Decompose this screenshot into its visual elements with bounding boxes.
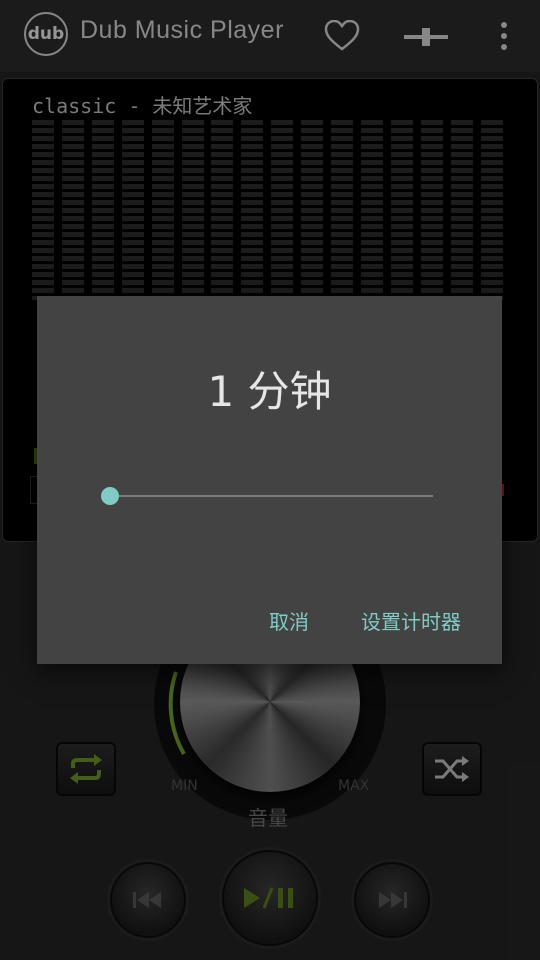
slider-thumb[interactable] <box>101 487 119 505</box>
timer-slider[interactable] <box>101 482 441 510</box>
sleep-timer-dialog: 1 分钟 取消 设置计时器 <box>37 296 502 664</box>
cancel-button[interactable]: 取消 <box>263 602 315 639</box>
slider-track[interactable] <box>111 495 433 497</box>
timer-value: 1 分钟 <box>207 367 332 416</box>
set-timer-button[interactable]: 设置计时器 <box>355 602 467 639</box>
